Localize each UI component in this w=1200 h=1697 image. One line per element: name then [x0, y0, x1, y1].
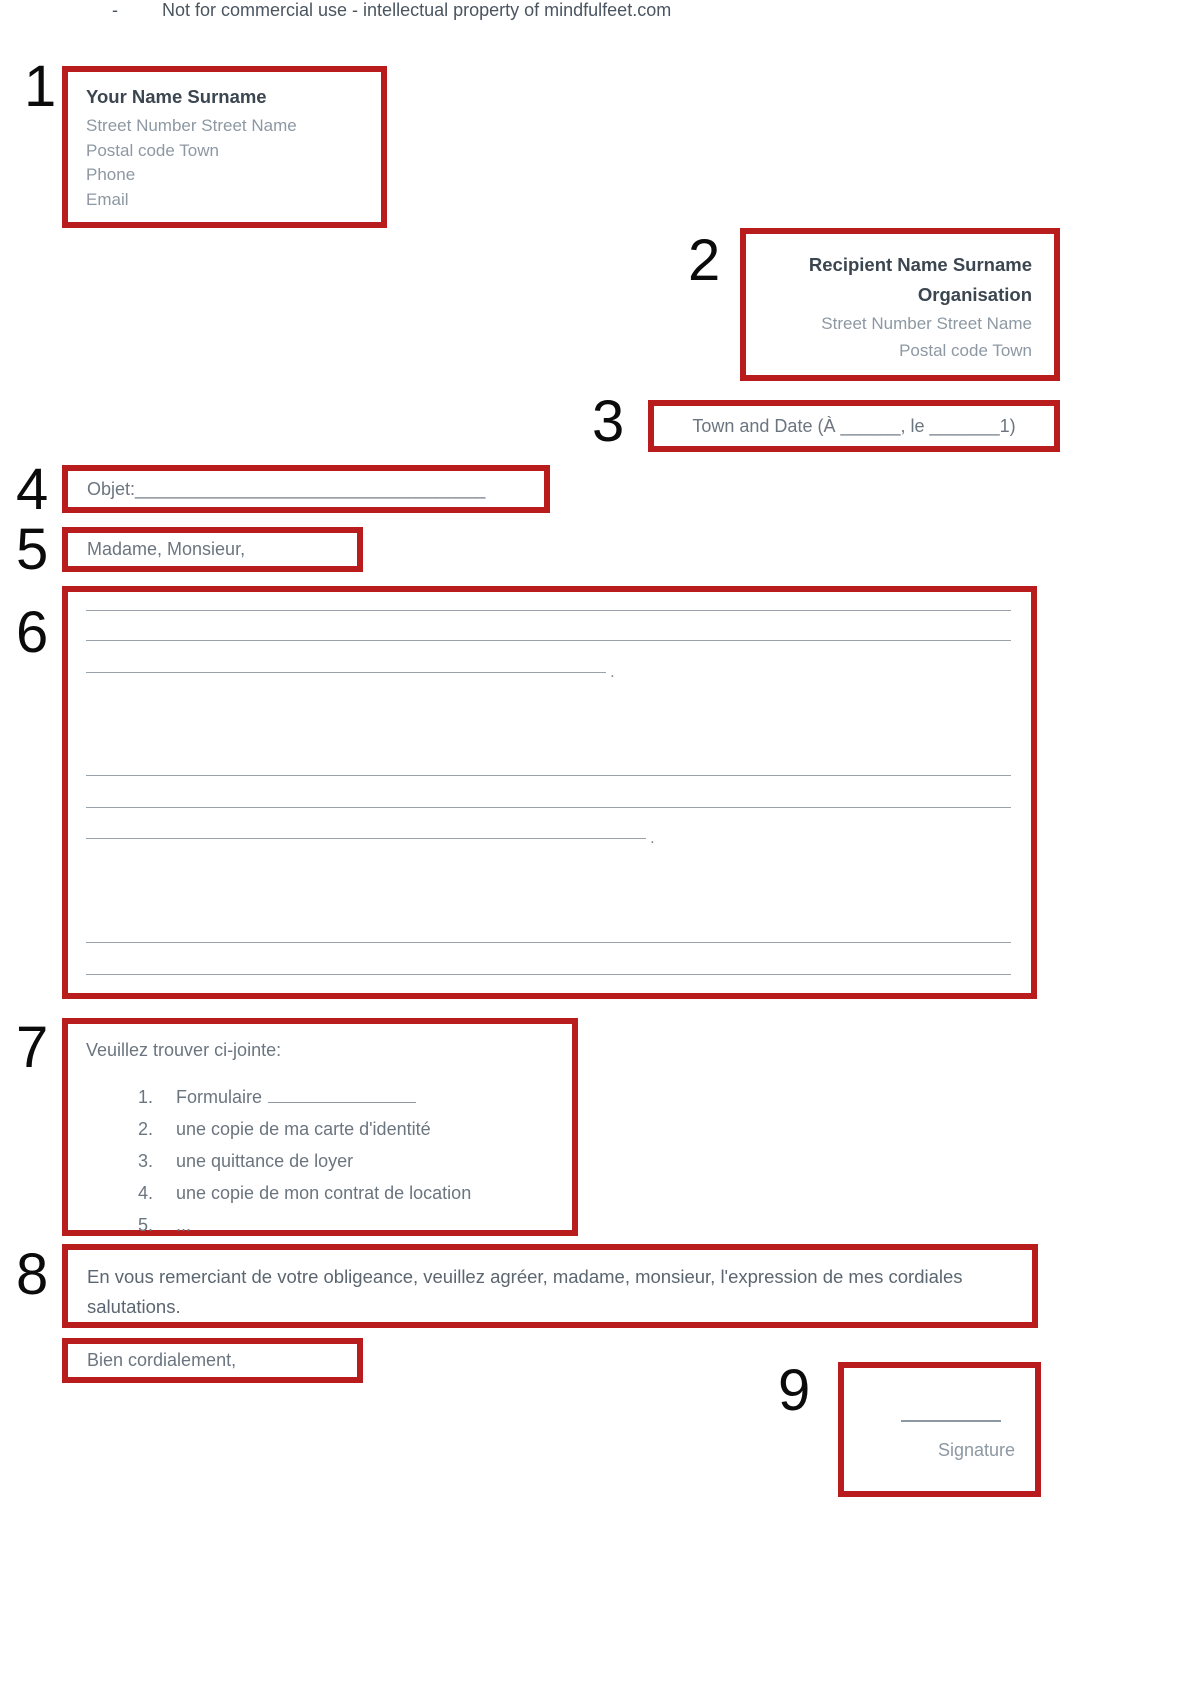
closing-paragraph-block: En vous remerciant de votre obligeance, … — [62, 1244, 1038, 1328]
annotation-marker-1: 1 — [24, 54, 56, 119]
signature-block[interactable]: Signature — [838, 1362, 1041, 1497]
sender-name: Your Name Surname — [86, 86, 267, 107]
sender-street: Street Number Street Name — [86, 116, 297, 135]
annotation-marker-9: 9 — [778, 1358, 810, 1423]
recipient-organisation: Organisation — [917, 284, 1032, 305]
body-rule-line — [86, 775, 1011, 776]
signature-rule-line — [901, 1420, 1001, 1422]
attachment-item-label: une quittance de loyer — [176, 1151, 354, 1171]
attachment-item: 4. une copie de mon contrat de location — [138, 1177, 572, 1209]
body-rule-line — [86, 672, 606, 673]
body-rule-line — [86, 640, 1011, 641]
recipient-city: Postal code Town — [899, 341, 1032, 360]
body-rule-line — [86, 942, 1011, 943]
sender-phone: Phone — [86, 165, 136, 184]
annotation-marker-6: 6 — [16, 600, 48, 665]
attachment-item-label: une copie de mon contrat de location — [176, 1183, 472, 1203]
body-rule-line — [86, 807, 1011, 808]
body-rule-line — [86, 610, 1011, 611]
attachment-item-number: 5. — [138, 1215, 154, 1235]
attachment-item-blank[interactable] — [268, 1089, 417, 1103]
attachment-item-number: 1. — [138, 1087, 154, 1107]
attachment-item: 5.... — [138, 1209, 572, 1241]
signoff-text: Bien cordialement, — [87, 1350, 237, 1370]
letter-body-rule-lines: . . — [68, 592, 1031, 993]
annotation-marker-4: 4 — [16, 457, 48, 522]
body-rule-line — [86, 974, 1011, 975]
disclaimer-text: Not for commercial use - intellectual pr… — [162, 0, 672, 20]
body-rule-line — [86, 838, 646, 839]
annotation-marker-2: 2 — [688, 228, 720, 293]
attachments-intro: Veuillez trouver ci-jointe: — [86, 1040, 282, 1060]
letter-body-area[interactable]: . . — [62, 586, 1037, 999]
sender-email: Email — [86, 189, 129, 209]
signoff-field[interactable]: Bien cordialement, — [62, 1338, 363, 1383]
closing-paragraph-text: En vous remerciant de votre obligeance, … — [87, 1266, 963, 1317]
salutation-text: Madame, Monsieur, — [87, 539, 246, 559]
annotation-marker-3: 3 — [592, 389, 624, 454]
attachments-block: Veuillez trouver ci-jointe: 1. Formulaire… — [62, 1018, 578, 1236]
attachment-item: 2. une copie de ma carte d'identité — [138, 1113, 572, 1145]
recipient-street: Street Number Street Name — [821, 314, 1032, 333]
annotation-marker-8: 8 — [16, 1242, 48, 1307]
signature-label: Signature — [937, 1440, 1015, 1460]
attachment-item-number: 2. — [138, 1119, 154, 1139]
recipient-name: Recipient Name Surname — [808, 254, 1032, 275]
sender-city: Postal code Town — [86, 140, 219, 160]
sender-address-block: Your Name Surname Street Number Street N… — [62, 66, 387, 228]
attachment-item-number: 3. — [138, 1151, 154, 1171]
attachment-item-number: 4. — [138, 1183, 154, 1203]
attachment-item: 3. une quittance de loyer — [138, 1145, 572, 1177]
recipient-address-block: Recipient Name Surname Organisation Stre… — [740, 228, 1060, 381]
disclaimer-bullet: - — [112, 0, 118, 20]
annotation-marker-7: 7 — [16, 1015, 48, 1080]
subject-text: Objet:__________________________________… — [87, 478, 486, 499]
attachment-item-label: Formulaire — [176, 1087, 263, 1107]
attachment-item-label: ... — [176, 1215, 192, 1235]
subject-field[interactable]: Objet:__________________________________… — [62, 465, 550, 513]
salutation-field[interactable]: Madame, Monsieur, — [62, 527, 363, 572]
town-and-date-text: Town and Date (À ______, le _______1) — [692, 415, 1016, 436]
attachment-item-label: une copie de ma carte d'identité — [176, 1119, 431, 1139]
town-and-date-field[interactable]: Town and Date (À ______, le _______1) — [648, 400, 1060, 452]
attachments-list: 1. Formulaire 2. une copie de ma carte d'id… — [86, 1081, 572, 1241]
annotation-marker-5: 5 — [16, 517, 48, 582]
disclaimer-note: - Not for commercial use - intellectual … — [112, 0, 912, 21]
attachment-item: 1. Formulaire — [138, 1081, 572, 1113]
